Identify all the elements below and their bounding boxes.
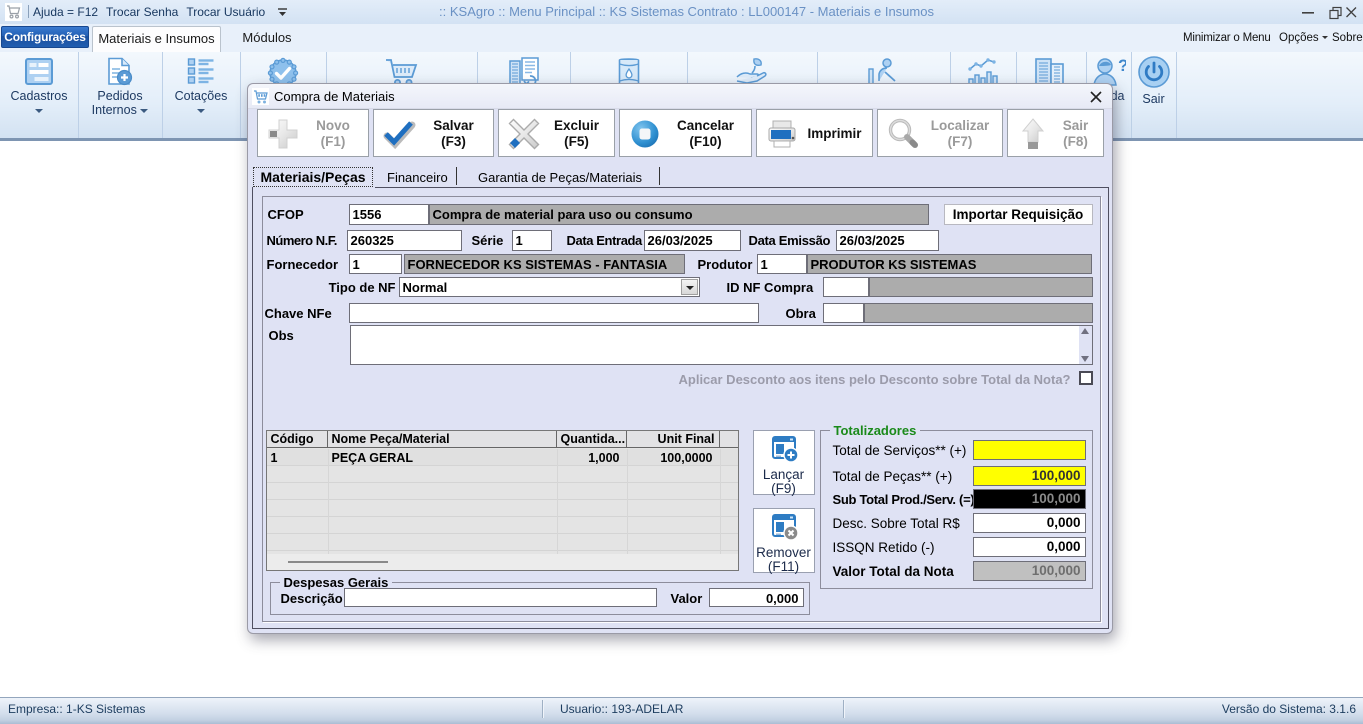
svg-text:?: ?	[1118, 57, 1126, 75]
